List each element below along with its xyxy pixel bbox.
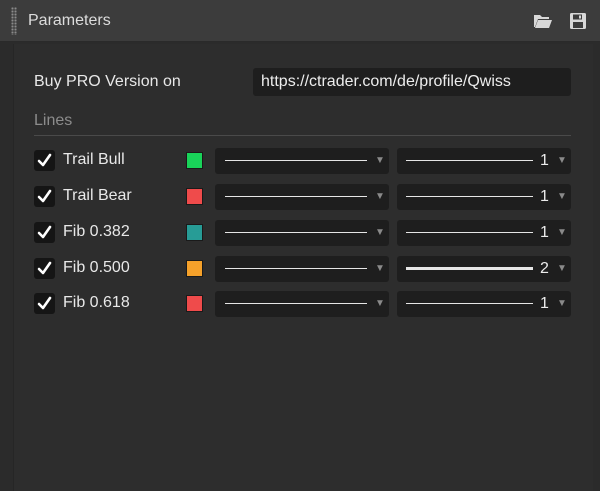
trail-bear-line-style-select[interactable]: ▼ [215, 184, 389, 210]
trail-bull-checkbox[interactable] [34, 150, 55, 171]
checkmark-icon [37, 225, 52, 239]
fib-0500-checkbox[interactable] [34, 258, 55, 279]
trail-bear-checkbox[interactable] [34, 186, 55, 207]
line-width-value: 1 [540, 224, 549, 241]
fib-0500-color-swatch[interactable] [186, 260, 203, 277]
line-width-preview [406, 196, 533, 197]
trail-bull-color-swatch[interactable] [186, 152, 203, 169]
line-width-value: 1 [540, 188, 549, 205]
fib-0382-label: Fib 0.382 [63, 223, 130, 240]
window-title: Parameters [28, 12, 111, 29]
trail-bear-color-swatch[interactable] [186, 188, 203, 205]
trail-bull-line-style-select[interactable]: ▼ [215, 148, 389, 174]
line-width-value: 1 [540, 295, 549, 312]
fib-0382-line-width-select[interactable]: 1 ▼ [397, 220, 571, 246]
trail-bull-label: Trail Bull [63, 151, 125, 168]
fib-0618-checkbox[interactable] [34, 293, 55, 314]
chevron-down-icon: ▼ [375, 191, 385, 202]
line-row-fib-0618: Fib 0.618 ▼ 1 ▼ [0, 291, 600, 317]
fib-0618-line-width-select[interactable]: 1 ▼ [397, 291, 571, 317]
line-width-value: 1 [540, 152, 549, 169]
line-width-preview [406, 232, 533, 233]
trail-bear-line-width-select[interactable]: 1 ▼ [397, 184, 571, 210]
folder-open-icon[interactable] [533, 12, 553, 30]
fib-0500-line-width-select[interactable]: 2 ▼ [397, 256, 571, 282]
fib-0618-line-style-select[interactable]: ▼ [215, 291, 389, 317]
save-icon[interactable] [569, 12, 589, 30]
chevron-down-icon: ▼ [375, 227, 385, 238]
line-style-preview [225, 268, 367, 269]
line-style-preview [225, 160, 367, 161]
chevron-down-icon: ▼ [375, 155, 385, 166]
buy-pro-label: Buy PRO Version on [34, 73, 181, 90]
fib-0500-label: Fib 0.500 [63, 259, 130, 276]
line-width-preview [406, 303, 533, 304]
chevron-down-icon: ▼ [375, 298, 385, 309]
chevron-down-icon: ▼ [375, 263, 385, 274]
chevron-down-icon: ▼ [557, 263, 567, 274]
fib-0382-line-style-select[interactable]: ▼ [215, 220, 389, 246]
fib-0382-checkbox[interactable] [34, 222, 55, 243]
chevron-down-icon: ▼ [557, 155, 567, 166]
line-width-preview [406, 267, 533, 270]
line-style-preview [225, 232, 367, 233]
line-width-preview [406, 160, 533, 161]
line-row-trail-bull: Trail Bull ▼ 1 ▼ [0, 148, 600, 174]
fib-0618-label: Fib 0.618 [63, 294, 130, 311]
line-row-fib-0500: Fib 0.500 ▼ 2 ▼ [0, 256, 600, 282]
title-bar[interactable]: Parameters [0, 0, 600, 42]
parameters-window: Parameters Buy PRO Version on https://ct… [0, 0, 600, 491]
line-style-preview [225, 196, 367, 197]
trail-bull-line-width-select[interactable]: 1 ▼ [397, 148, 571, 174]
fib-0500-line-style-select[interactable]: ▼ [215, 256, 389, 282]
checkmark-icon [37, 296, 52, 310]
fib-0618-color-swatch[interactable] [186, 295, 203, 312]
chevron-down-icon: ▼ [557, 298, 567, 309]
lines-section-label: Lines [34, 112, 73, 129]
chevron-down-icon: ▼ [557, 227, 567, 238]
checkmark-icon [37, 153, 52, 167]
fib-0382-color-swatch[interactable] [186, 224, 203, 241]
trail-bear-label: Trail Bear [63, 187, 132, 204]
checkmark-icon [37, 189, 52, 203]
line-width-value: 2 [540, 260, 549, 277]
line-row-fib-0382: Fib 0.382 ▼ 1 ▼ [0, 220, 600, 246]
chevron-down-icon: ▼ [557, 191, 567, 202]
line-style-preview [225, 303, 367, 304]
line-row-trail-bear: Trail Bear ▼ 1 ▼ [0, 184, 600, 210]
section-divider [34, 135, 571, 136]
drag-grip-icon[interactable] [11, 7, 17, 35]
checkmark-icon [37, 261, 52, 275]
pro-url-field[interactable]: https://ctrader.com/de/profile/Qwiss [253, 68, 571, 96]
